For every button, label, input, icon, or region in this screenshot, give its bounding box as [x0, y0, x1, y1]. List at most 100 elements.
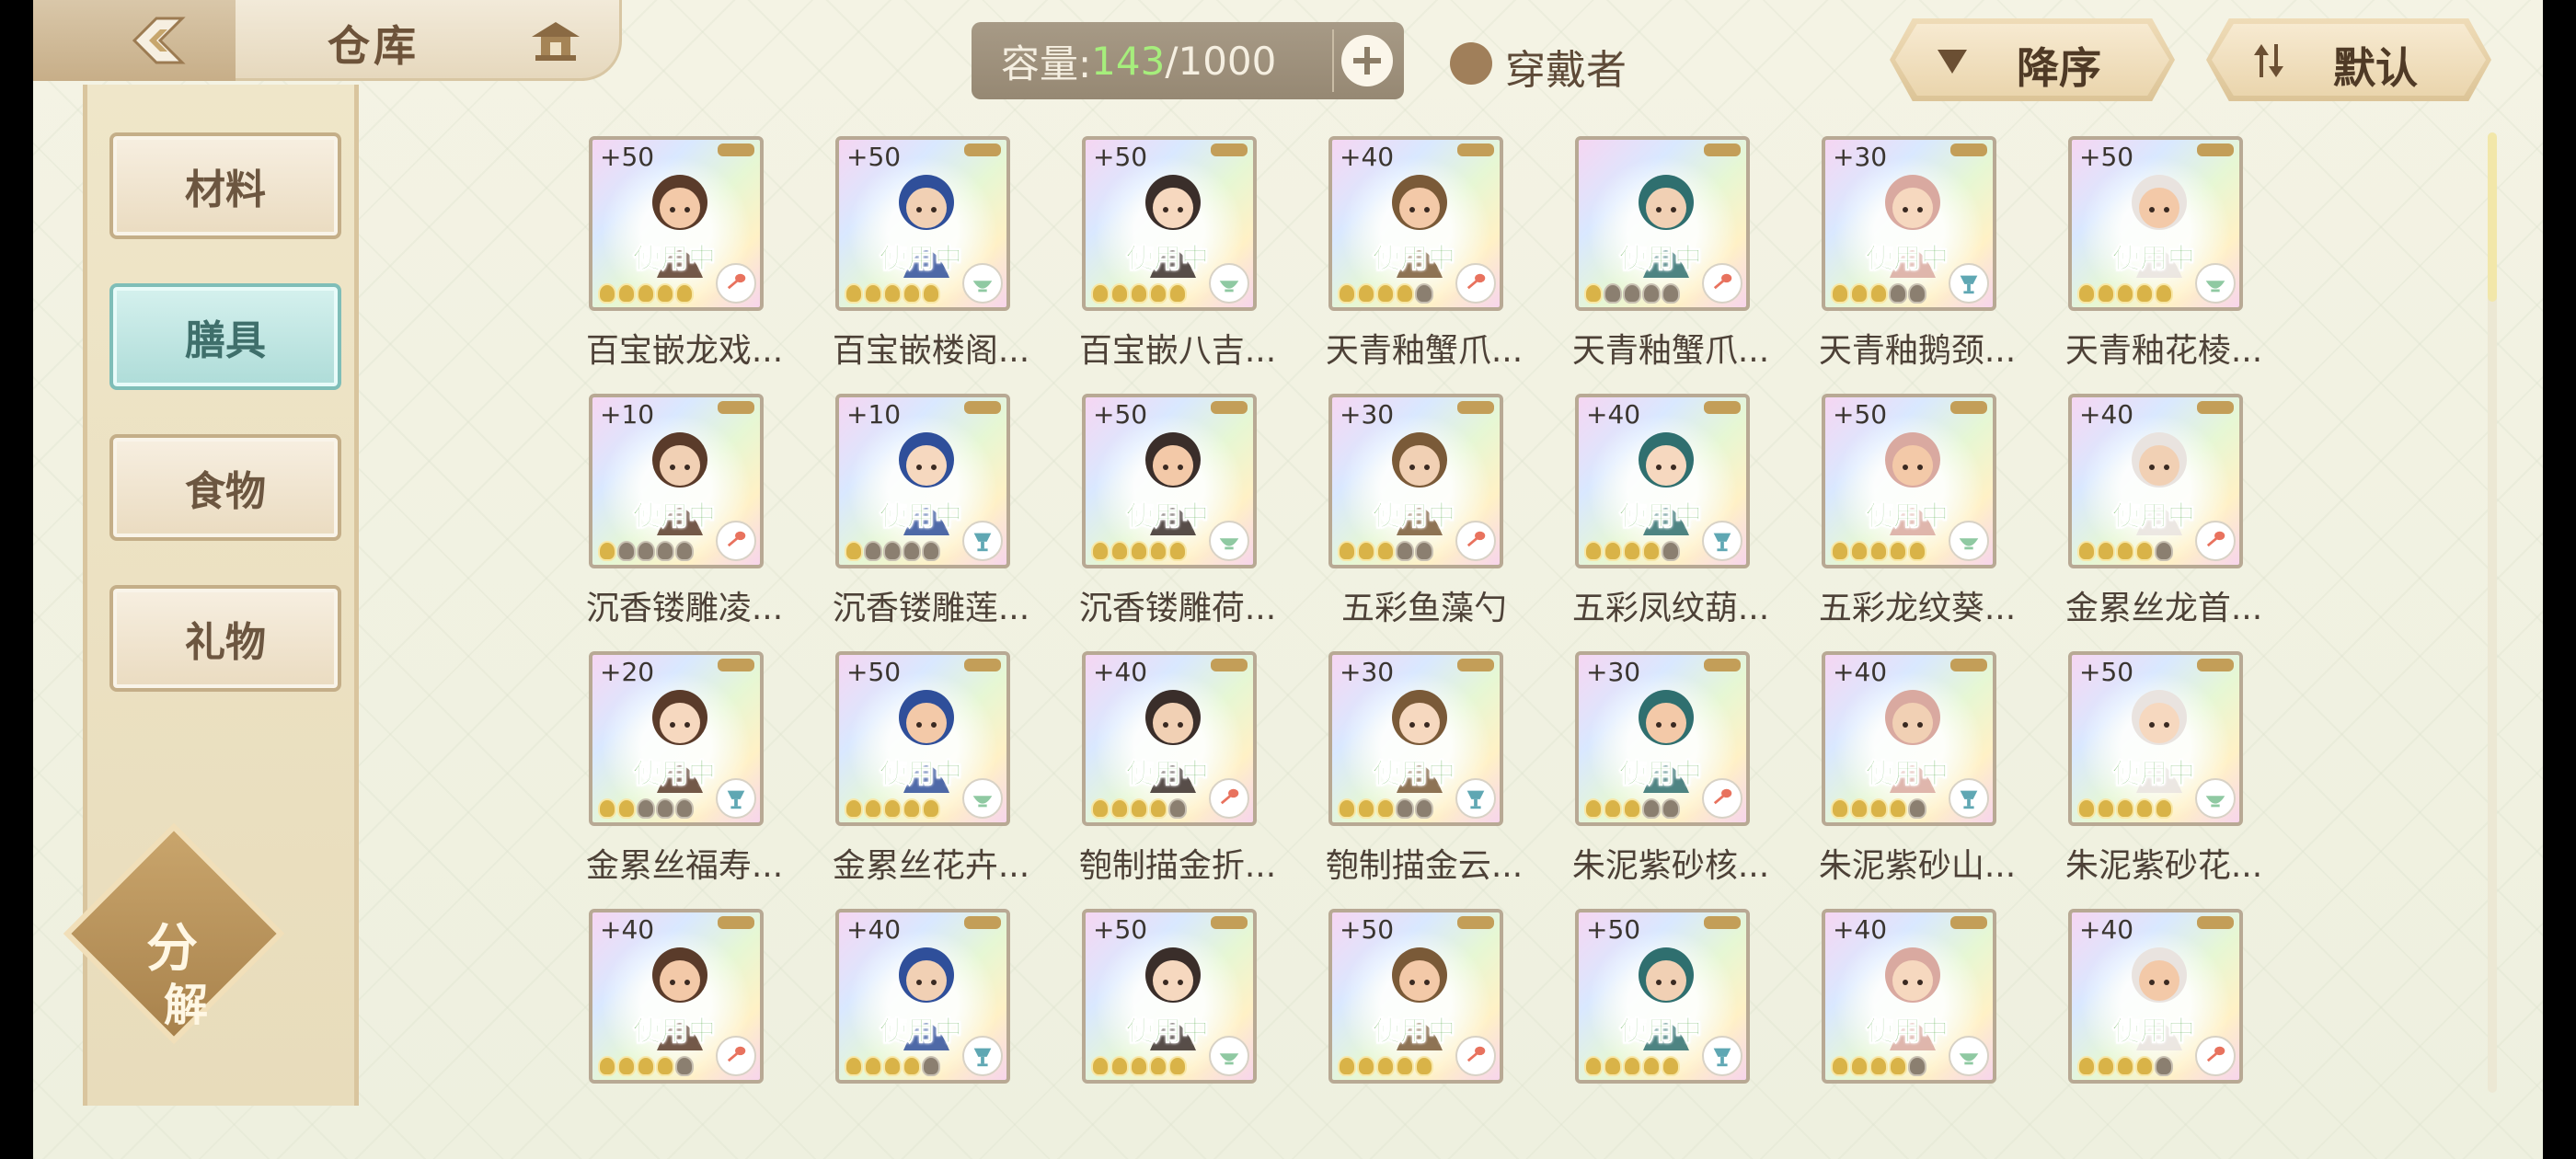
tableware-item[interactable]: +50 使用中 — [1301, 909, 1547, 1157]
flame-rating-icon — [1623, 541, 1641, 561]
item-name: 五彩龙纹葵... — [1818, 590, 2017, 627]
flame-rating-icon — [922, 283, 940, 304]
spoon-icon — [1455, 521, 1496, 561]
flame-rating-icon — [1357, 798, 1375, 819]
tableware-item[interactable]: +50 使用中 天青釉花棱... — [2041, 136, 2287, 384]
tableware-item[interactable]: +10 使用中 沉香镂雕莲... — [808, 394, 1054, 642]
in-use-badge: 使用中 — [1126, 1016, 1210, 1049]
sort-default-button[interactable]: 默认 — [2206, 18, 2491, 101]
tableware-item[interactable]: +40 使用中 五彩凤纹葫... — [1547, 394, 1794, 642]
flame-rating-icon — [2097, 283, 2115, 304]
quality-rating — [1091, 1056, 1187, 1076]
quality-rating — [1338, 1056, 1433, 1076]
flame-rating-icon — [845, 541, 863, 561]
flame-rating-icon — [864, 798, 882, 819]
flame-rating-icon — [2097, 798, 2115, 819]
tableware-item[interactable]: +30 使用中 匏制描金云... — [1301, 651, 1547, 900]
quality-rating — [598, 1056, 694, 1076]
item-card: +50 使用中 — [1575, 909, 1750, 1084]
item-name: 天青釉蟹爪... — [1571, 332, 1770, 370]
card-corner-ornament — [1950, 916, 1987, 929]
in-use-badge: 使用中 — [1619, 500, 1703, 534]
tableware-item[interactable]: +50 使用中 金累丝花卉... — [808, 651, 1054, 900]
scrollbar-thumb[interactable] — [2488, 132, 2497, 302]
tableware-item[interactable]: +40 使用中 — [2041, 909, 2287, 1157]
tab-gifts[interactable]: 礼物 — [109, 585, 341, 692]
decompose-label-line2: 解 — [163, 980, 208, 1031]
tableware-item[interactable]: +50 使用中 沉香镂雕荷... — [1054, 394, 1301, 642]
flame-rating-icon — [675, 1056, 694, 1076]
card-corner-ornament — [1457, 143, 1494, 156]
card-corner-ornament — [718, 401, 754, 414]
tableware-item[interactable]: +50 使用中 百宝嵌龙戏... — [561, 136, 808, 384]
tableware-item[interactable]: +30 使用中 五彩鱼藻勺 — [1301, 394, 1547, 642]
item-card: +30 使用中 — [1328, 394, 1503, 568]
tableware-item[interactable]: +40 使用中 — [561, 909, 808, 1157]
flame-rating-icon — [845, 283, 863, 304]
wearer-filter-label[interactable]: 穿戴者 — [1505, 37, 1627, 96]
flame-rating-icon — [1584, 798, 1603, 819]
expand-capacity-button[interactable] — [1341, 35, 1393, 86]
tableware-item[interactable]: +10 使用中 沉香镂雕凌... — [561, 394, 808, 642]
bowl-icon — [2195, 263, 2236, 304]
flame-rating-icon — [1623, 798, 1641, 819]
flame-rating-icon — [922, 1056, 940, 1076]
tableware-item[interactable]: +40 使用中 金累丝龙首... — [2041, 394, 2287, 642]
item-name: 朱泥紫砂花... — [2064, 847, 2263, 885]
tableware-item[interactable]: +40 使用中 匏制描金折... — [1054, 651, 1301, 900]
quality-rating — [2077, 541, 2173, 561]
flame-rating-icon — [2135, 283, 2154, 304]
flame-rating-icon — [675, 283, 694, 304]
tableware-item[interactable]: +40 使用中 天青釉蟹爪... — [1301, 136, 1547, 384]
flame-rating-icon — [1889, 798, 1907, 819]
item-name: 沉香镂雕莲... — [832, 590, 1030, 627]
tab-materials[interactable]: 材料 — [109, 132, 341, 239]
spoon-icon — [1455, 1036, 1496, 1076]
flame-rating-icon — [1376, 541, 1395, 561]
tableware-item[interactable]: +40 使用中 朱泥紫砂山... — [1794, 651, 2041, 900]
in-use-badge: 使用中 — [880, 243, 963, 276]
item-name: 金累丝花卉... — [832, 847, 1030, 885]
quality-rating — [1831, 541, 1926, 561]
tableware-item[interactable]: +50 使用中 朱泥紫砂花... — [2041, 651, 2287, 900]
in-use-badge: 使用中 — [633, 243, 717, 276]
item-grid: +50 使用中 百宝嵌龙戏... +50 使用中 百宝嵌楼阁... +50 使用中 百宝嵌八吉.… — [561, 136, 2539, 1111]
item-card: +40 使用中 — [1822, 909, 1996, 1084]
tableware-item[interactable]: +20 使用中 金累丝福寿... — [561, 651, 808, 900]
tableware-item[interactable]: +40 使用中 — [808, 909, 1054, 1157]
tab-food[interactable]: 食物 — [109, 434, 341, 541]
tableware-item[interactable]: +50 使用中 — [1547, 909, 1794, 1157]
tableware-item[interactable]: +40 使用中 — [1794, 909, 2041, 1157]
back-button[interactable] — [125, 13, 191, 68]
flame-rating-icon — [1604, 1056, 1622, 1076]
tab-tableware[interactable]: 膳具 — [109, 283, 341, 390]
tableware-item[interactable]: +30 使用中 天青釉鹅颈... — [1794, 136, 2041, 384]
pavilion-icon[interactable] — [528, 17, 583, 64]
flame-rating-icon — [617, 798, 636, 819]
flame-rating-icon — [637, 541, 655, 561]
flame-rating-icon — [1831, 541, 1849, 561]
flame-rating-icon — [656, 1056, 674, 1076]
item-name: 朱泥紫砂核... — [1571, 847, 1770, 885]
tableware-item[interactable]: +30 使用中 朱泥紫砂核... — [1547, 651, 1794, 900]
sort-descending-button[interactable]: 降序 — [1890, 18, 2175, 101]
item-card: +40 使用中 — [1575, 394, 1750, 568]
item-name: 金累丝龙首... — [2064, 590, 2263, 627]
flame-rating-icon — [1130, 798, 1148, 819]
tableware-item[interactable]: +50 使用中 — [1054, 909, 1301, 1157]
tableware-item[interactable]: +50 使用中 五彩龙纹葵... — [1794, 394, 2041, 642]
bowl-icon — [1209, 1036, 1249, 1076]
tableware-item[interactable]: 使用中 天青釉蟹爪... — [1547, 136, 1794, 384]
flame-rating-icon — [1168, 283, 1187, 304]
card-corner-ornament — [718, 143, 754, 156]
flame-rating-icon — [1850, 283, 1869, 304]
flame-rating-icon — [1662, 541, 1680, 561]
card-corner-ornament — [1211, 143, 1248, 156]
wearer-filter-toggle[interactable] — [1450, 42, 1492, 85]
tableware-item[interactable]: +50 使用中 百宝嵌八吉... — [1054, 136, 1301, 384]
quality-rating — [1831, 283, 1926, 304]
quality-rating — [1338, 541, 1433, 561]
decompose-label[interactable]: 分 解 — [112, 920, 232, 1034]
tableware-item[interactable]: +50 使用中 百宝嵌楼阁... — [808, 136, 1054, 384]
capacity-separator: / — [1165, 38, 1179, 84]
